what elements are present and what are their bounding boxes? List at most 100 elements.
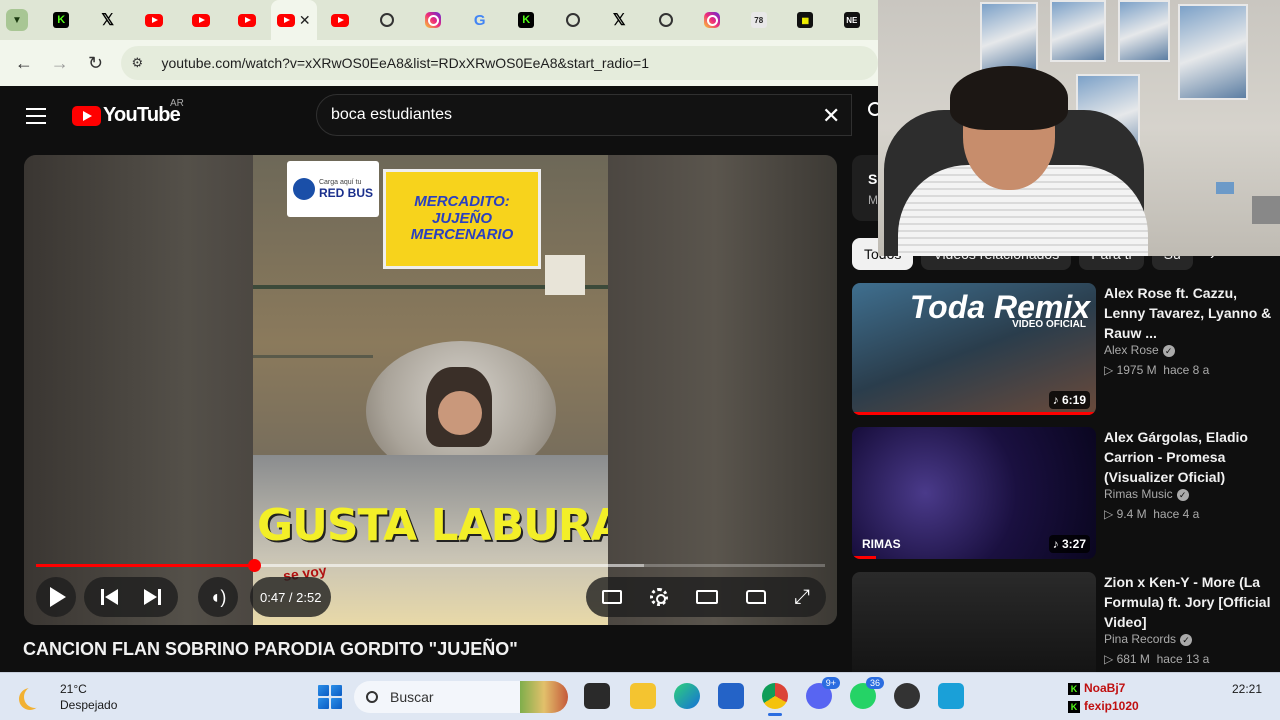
weather-condition: Despejado [60, 698, 118, 712]
video-player[interactable]: Carga aquí tu RED BUS MERCADITO: JUJEÑO … [24, 155, 837, 625]
country-code: AR [170, 98, 184, 109]
youtube-play-icon [72, 105, 101, 126]
temperature: 21°C [60, 682, 87, 696]
back-arrow-icon[interactable]: ← [6, 45, 42, 81]
thumbnail-subtext: VIDEO OFICIAL [1012, 319, 1086, 330]
browser-tab[interactable]: ✕ [270, 0, 317, 40]
app-icon[interactable] [894, 683, 920, 709]
view-count: 9.4 M [1116, 507, 1147, 521]
verified-icon: ✓ [1180, 634, 1193, 646]
browser-tab[interactable] [224, 0, 271, 40]
taskbar-search[interactable]: Buscar [354, 681, 568, 713]
site-info-icon[interactable]: ⚙ [131, 55, 153, 71]
channel-name[interactable]: Rimas Music ✓ [1104, 487, 1189, 501]
browser-tab[interactable]: ▦ [782, 0, 829, 40]
browser-tab[interactable] [689, 0, 736, 40]
chrome-icon [565, 13, 580, 27]
poster-1 [980, 2, 1038, 72]
discord-badge: 9+ [821, 677, 840, 689]
youtube-icon [191, 13, 210, 27]
clear-search-icon[interactable]: ✕ [822, 103, 840, 129]
file-explorer-icon[interactable] [630, 683, 656, 709]
browser-tab[interactable] [178, 0, 225, 40]
browser-tab[interactable]: 𝕏 [596, 0, 643, 40]
channel-name-text: Pina Records [1104, 632, 1177, 646]
video-thumbnail[interactable]: RIMAS ♪ 3:27 [852, 427, 1096, 559]
channel-name[interactable]: Alex Rose ✓ [1104, 343, 1175, 357]
video-thumbnail[interactable]: Toda Remix VIDEO OFICIAL ♪ 6:19 [852, 283, 1096, 415]
store-icon[interactable] [718, 683, 744, 709]
fullscreen-icon[interactable]: ⤢ [794, 586, 810, 609]
play-icon [50, 587, 66, 607]
youtube-logo-text: YouTube [103, 104, 181, 126]
upload-age: hace 8 a [1163, 363, 1210, 377]
browser-tab[interactable]: K [38, 0, 85, 40]
ne-icon: NE [843, 12, 860, 28]
browser-tab[interactable] [643, 0, 690, 40]
youtube-logo[interactable]: YouTube AR [72, 98, 184, 127]
edge-icon[interactable] [674, 683, 700, 709]
subtitles-icon[interactable] [602, 590, 622, 604]
windows-taskbar: 21°C Despejado Buscar 9+ 36 K NoaBj7 Kfex… [0, 672, 1280, 720]
system-clock[interactable]: 22:21 [1210, 681, 1262, 697]
video-title: CANCION FLAN SOBRINO PARODIA GORDITO "JU… [23, 639, 518, 659]
played-bar [36, 564, 254, 567]
reload-icon[interactable]: ↻ [78, 45, 114, 81]
theater-mode-icon[interactable] [696, 590, 718, 604]
browser-tab[interactable]: 78 [736, 0, 783, 40]
chrome-icon[interactable] [762, 683, 788, 716]
video-title[interactable]: Zion x Ken-Y - More (La Formula) ft. Jor… [1104, 572, 1272, 632]
x-icon: 𝕏 [101, 12, 115, 29]
video-frame: Carga aquí tu RED BUS MERCADITO: JUJEÑO … [253, 155, 608, 625]
instagram-icon [425, 12, 442, 28]
recommended-video[interactable]: Toda Remix VIDEO OFICIAL ♪ 6:19 Alex Ros… [852, 283, 1272, 415]
scrubber-knob[interactable] [247, 559, 261, 572]
browser-tab[interactable]: K [503, 0, 550, 40]
video-meta: ▷ 9.4 M hace 4 a [1104, 507, 1200, 521]
whatsapp-icon[interactable]: 36 [850, 677, 884, 709]
video-title[interactable]: Alex Rose ft. Cazzu, Lenny Tavarez, Lyan… [1104, 283, 1272, 343]
video-title[interactable]: Alex Gárgolas, Eladio Carrion - Promesa … [1104, 427, 1272, 487]
person-face [438, 391, 482, 435]
browser-tab[interactable]: NE [829, 0, 876, 40]
browser-tab[interactable] [410, 0, 457, 40]
close-tab-icon[interactable]: ✕ [299, 12, 311, 29]
menu-icon[interactable] [26, 108, 46, 124]
cast-icon[interactable] [746, 590, 766, 604]
search-input[interactable]: boca estudiantes [316, 94, 852, 136]
playlist-nav [84, 577, 178, 617]
kick-icon: K [53, 12, 70, 28]
address-bar[interactable]: ⚙ youtube.com/watch?v=xXRwOS0EeA8&list=R… [121, 46, 878, 80]
tab-search-dropdown-icon[interactable]: ▼ [6, 9, 28, 31]
windows-start-icon[interactable] [318, 685, 342, 709]
browser-tab[interactable] [131, 0, 178, 40]
kick-tray[interactable]: K NoaBj7 Kfexip1020 [1068, 679, 1139, 715]
notepad-icon[interactable] [938, 683, 964, 709]
discord-icon[interactable]: 9+ [806, 677, 840, 709]
browser-tab[interactable] [317, 0, 364, 40]
task-view-icon[interactable] [584, 683, 610, 709]
browser-tab[interactable] [364, 0, 411, 40]
channel-name[interactable]: Pina Records ✓ [1104, 632, 1193, 646]
poster-4 [1178, 4, 1248, 100]
volume-button[interactable]: ◖) [198, 577, 238, 617]
browser-toolbar: ← → ↻ ⚙ youtube.com/watch?v=xXRwOS0EeA8&… [0, 40, 878, 86]
browser-tab[interactable] [550, 0, 597, 40]
url-text[interactable]: youtube.com/watch?v=xXRwOS0EeA8&list=RDx… [161, 55, 649, 71]
video-meta: ▷ 1975 M hace 8 a [1104, 363, 1210, 377]
forward-arrow-icon[interactable]: → [42, 45, 78, 81]
upload-age: hace 13 a [1156, 652, 1210, 666]
next-icon[interactable] [144, 589, 161, 605]
weather-widget[interactable]: 21°C Despejado [18, 681, 117, 713]
progress-bar[interactable] [36, 559, 825, 572]
play-button[interactable] [36, 577, 76, 617]
channel-name-text: Rimas Music [1104, 487, 1173, 501]
settings-icon[interactable] [650, 588, 668, 606]
upload-age: hace 4 a [1153, 507, 1200, 521]
recommended-video[interactable]: RIMAS ♪ 3:27 Alex Gárgolas, Eladio Carri… [852, 427, 1272, 559]
previous-icon[interactable] [101, 589, 118, 605]
streamer-hair [950, 66, 1068, 130]
browser-tab[interactable]: 𝕏 [85, 0, 132, 40]
duration-text: 6:19 [1061, 393, 1086, 407]
browser-tab[interactable]: G [457, 0, 504, 40]
